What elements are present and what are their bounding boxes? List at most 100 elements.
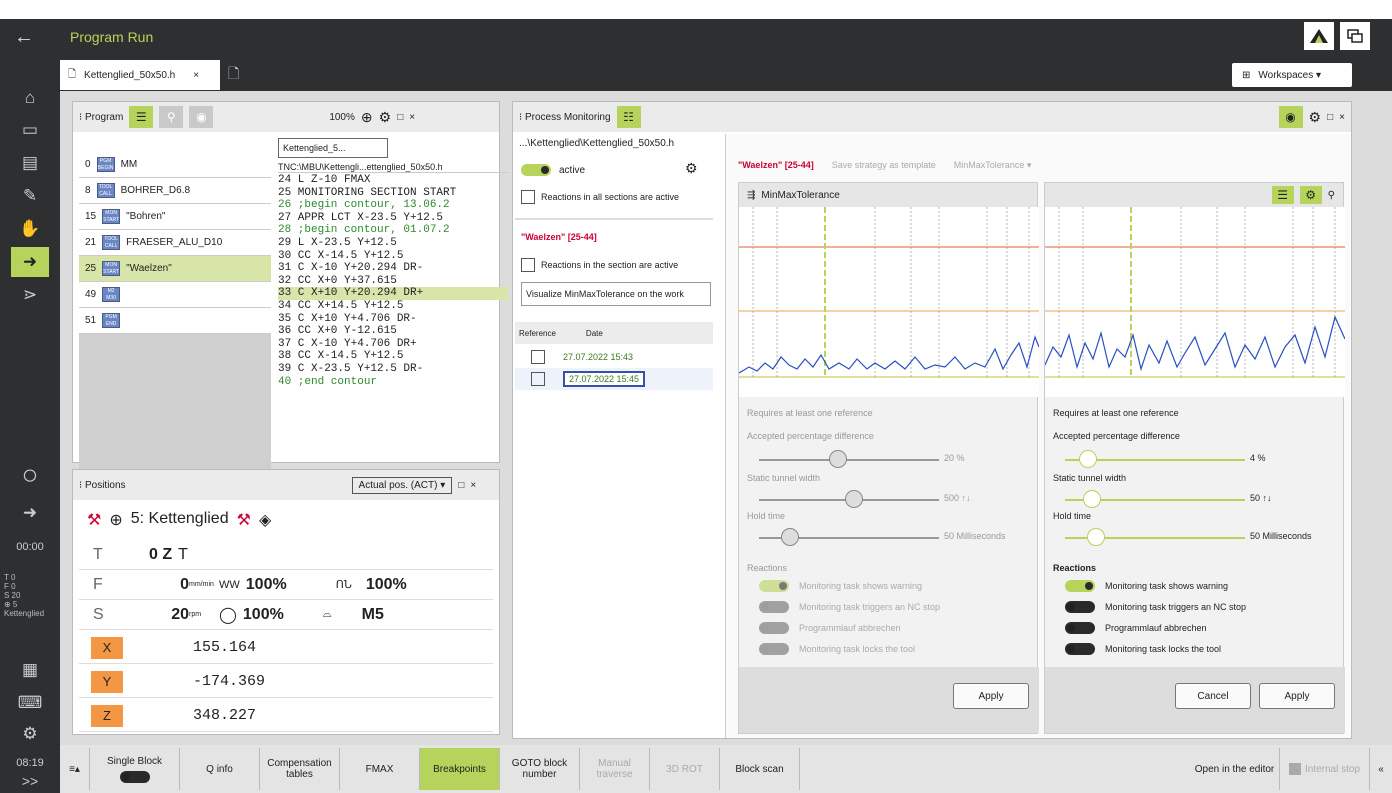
home-icon[interactable]: ⌂ [11,83,49,113]
reaction-abort[interactable]: Programmlauf abbrechen [1065,622,1207,634]
checkbox-icon[interactable] [521,258,535,272]
3d-rot-button[interactable]: 3D ROT [650,748,720,790]
calculator-icon[interactable]: ▦ [11,655,49,685]
block-scan-button[interactable]: Block scan [720,748,800,790]
structure-item-selected[interactable]: 25 MON START "Waelzen" [79,256,271,282]
edit-program-icon[interactable]: ✎ [11,181,49,211]
view-eye-icon[interactable]: ◉ [1278,106,1303,128]
structure-item[interactable]: 0 PGM BEGIN MM [79,152,271,178]
window-switch-icon[interactable] [1340,22,1370,50]
manual-traverse-button[interactable]: Manual traverse [580,748,650,790]
internal-stop-button[interactable]: Internal stop [1280,748,1370,790]
tab-program-file[interactable]: 🗋 Kettenglied_50x50.h × [60,60,220,90]
structure-item[interactable]: 8 TOOL CALL BOHRER_D6.8 [79,178,271,204]
toggle[interactable] [1065,601,1095,613]
hold-knob[interactable] [1087,528,1105,546]
more-button[interactable]: « [1370,748,1392,790]
apply-button[interactable]: Apply [953,683,1029,709]
settings-gear-icon[interactable]: ⚙ [379,109,392,126]
tunnel-knob[interactable] [845,490,863,508]
reaction-lock-tool[interactable]: Monitoring task locks the tool [1065,643,1221,655]
folder-icon[interactable]: ▭ [11,115,49,145]
structure-item[interactable]: 51 PGM END [79,308,271,334]
nc-code-view[interactable]: 24 L Z-10 FMAX 25 MONITORING SECTION STA… [278,174,508,482]
checkbox-icon[interactable] [531,372,545,386]
visualize-button[interactable]: Visualize MinMaxTolerance on the work [521,282,711,306]
reaction-nc-stop[interactable]: Monitoring task triggers an NC stop [1065,601,1246,613]
pm-settings-icon[interactable]: ⚙ [685,160,698,177]
zoom-icon[interactable]: ⊕ [361,109,373,126]
section-active-checkbox[interactable]: Reactions in the section are active [521,258,678,272]
structure-item[interactable]: 49 M2 M30 [79,282,271,308]
chart-settings-icon[interactable]: ⚙ [1299,186,1322,204]
reference-row[interactable]: 27.07.2022 15:43 [515,346,713,368]
hold-knob[interactable] [781,528,799,546]
acc-knob[interactable] [1079,450,1097,468]
open-in-editor-button[interactable]: Open in the editor [1190,748,1280,790]
maximize-icon[interactable]: □ [397,112,403,123]
save-template-link[interactable]: Save strategy as template [832,160,936,171]
toggle[interactable] [1065,622,1095,634]
cancel-button[interactable]: Cancel [1175,683,1251,709]
strategy-select[interactable]: MinMaxTolerance ▾ [954,160,1032,171]
chart-list-icon[interactable]: ☰ [1271,186,1294,204]
reference-row-selected[interactable]: 27.07.2022 15:45 [515,368,713,390]
settings-gear-icon[interactable]: ⚙ [1309,109,1322,126]
manual-mode-icon[interactable]: ✋ [11,214,49,244]
fmax-button[interactable]: FMAX [340,748,420,790]
all-sections-checkbox[interactable]: Reactions in all sections are active [521,190,679,204]
toggle[interactable] [759,580,789,592]
close-icon[interactable]: × [1339,112,1345,123]
monitoring-chart-left[interactable] [739,207,1039,397]
monitoring-list-icon[interactable]: ☷ [616,106,641,128]
back-button[interactable]: ← [14,26,34,49]
active-toggle[interactable] [521,164,551,176]
toggle[interactable] [1065,643,1095,655]
expand-button[interactable]: >> [0,773,60,789]
checkbox-icon[interactable] [531,350,545,364]
reaction-lock-tool[interactable]: Monitoring task locks the tool [759,643,915,655]
position-mode-select[interactable]: Actual pos. (ACT) ▾ [351,476,453,494]
breadcrumb[interactable]: Kettenglied_5... [278,138,388,158]
close-icon[interactable]: × [409,112,415,123]
checkbox-icon[interactable] [521,190,535,204]
structure-icon[interactable]: ☰ [129,106,154,128]
new-tab-icon[interactable]: 🗋 [228,63,239,87]
q-info-button[interactable]: Q info [180,748,260,790]
workspaces-button[interactable]: ⊞ Workspaces ▾ [1232,63,1352,87]
menu-button[interactable]: ≡▴ [60,748,90,790]
toggle[interactable] [119,770,150,783]
structure-item[interactable]: 21 TOOL CALL FRAESER_ALU_D10 [79,230,271,256]
tunnel-knob[interactable] [1083,490,1101,508]
reaction-abort[interactable]: Programmlauf abbrechen [759,622,901,634]
close-icon[interactable]: × [470,480,476,491]
maximize-icon[interactable]: □ [458,480,464,491]
toggle[interactable] [759,622,789,634]
reaction-warning[interactable]: Monitoring task shows warning [759,580,922,592]
reaction-warning[interactable]: Monitoring task shows warning [1065,580,1228,592]
settings-icon[interactable]: ⚙ [11,719,49,749]
acc-slider[interactable] [759,459,939,461]
check-icon[interactable]: ◉ [189,106,214,128]
breakpoints-button[interactable]: Breakpoints [420,748,500,790]
chart-zoom-icon[interactable]: ⚲ [1328,190,1335,201]
goto-button[interactable]: GOTO block number [500,748,580,790]
toggle[interactable] [759,601,789,613]
toggle[interactable] [1065,580,1095,592]
maximize-icon[interactable]: □ [1327,112,1333,123]
search-icon[interactable]: ⚲ [159,106,184,128]
keyboard-icon[interactable]: ⌨ [11,688,49,718]
reaction-nc-stop[interactable]: Monitoring task triggers an NC stop [759,601,940,613]
single-block-toggle[interactable]: Single Block [90,748,180,790]
terminal-icon[interactable]: ⋗ [11,280,49,310]
tab-close-icon[interactable]: × [193,70,199,81]
monitoring-chart-right[interactable] [1045,207,1345,397]
structure-item[interactable]: 15 MON START "Bohren" [79,204,271,230]
apply-button[interactable]: Apply [1259,683,1335,709]
program-run-icon[interactable]: ➜ [11,247,49,277]
table-icon[interactable]: ▤ [11,148,49,178]
active-toggle-row[interactable]: active [521,164,585,176]
toggle[interactable] [759,643,789,655]
compensation-tables-button[interactable]: Compensation tables [260,748,340,790]
acc-knob[interactable] [829,450,847,468]
